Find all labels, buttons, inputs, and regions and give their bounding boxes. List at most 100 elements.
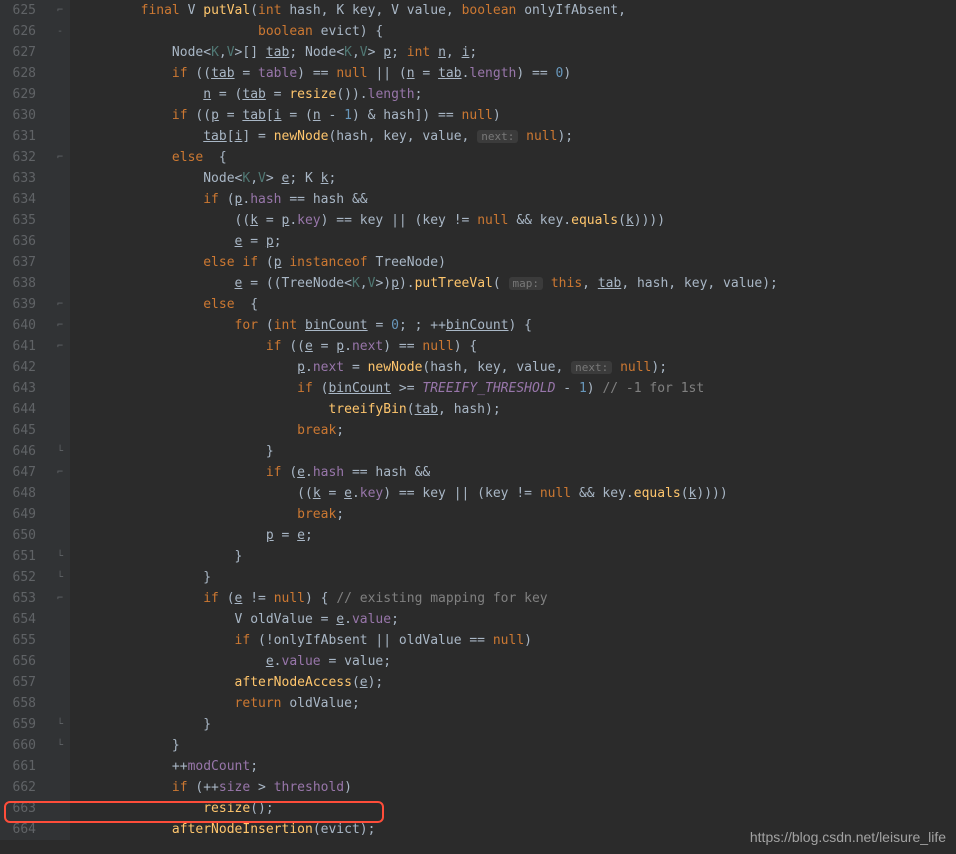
code-line[interactable]: treeifyBin(tab, hash); [78,399,778,420]
line-number: 634 [0,189,36,210]
fold-marker[interactable]: └ [50,441,70,462]
code-line[interactable]: Node<K,V>[] tab; Node<K,V> p; int n, i; [78,42,778,63]
code-line[interactable]: } [78,546,778,567]
fold-marker[interactable] [50,693,70,714]
code-line[interactable]: if (e.hash == hash && [78,462,778,483]
line-number: 638 [0,273,36,294]
fold-marker[interactable] [50,252,70,273]
code-line[interactable]: p.next = newNode(hash, key, value, next:… [78,357,778,378]
fold-marker[interactable]: └ [50,714,70,735]
fold-marker[interactable] [50,105,70,126]
fold-marker[interactable] [50,273,70,294]
line-number: 655 [0,630,36,651]
fold-marker[interactable] [50,819,70,840]
code-line[interactable]: if (e != null) { // existing mapping for… [78,588,778,609]
fold-marker[interactable] [50,189,70,210]
fold-marker[interactable] [50,84,70,105]
code-line[interactable]: V oldValue = e.value; [78,609,778,630]
code-line[interactable]: afterNodeInsertion(evict); [78,819,778,840]
line-number: 626 [0,21,36,42]
fold-marker[interactable]: ⌐ [50,294,70,315]
fold-marker[interactable]: ⌐ [50,315,70,336]
code-line[interactable]: else { [78,294,778,315]
fold-marker[interactable] [50,231,70,252]
line-number: 658 [0,693,36,714]
line-number: 637 [0,252,36,273]
line-number: 645 [0,420,36,441]
fold-column[interactable]: ⌐- ⌐ ⌐⌐⌐ └⌐ └└⌐ └└ [50,0,70,840]
code-line[interactable]: resize(); [78,798,778,819]
fold-marker[interactable] [50,777,70,798]
fold-marker[interactable]: └ [50,567,70,588]
fold-marker[interactable] [50,42,70,63]
code-line[interactable]: if (!onlyIfAbsent || oldValue == null) [78,630,778,651]
fold-marker[interactable] [50,756,70,777]
code-line[interactable]: tab[i] = newNode(hash, key, value, next:… [78,126,778,147]
fold-marker[interactable]: └ [50,546,70,567]
code-line[interactable]: } [78,567,778,588]
fold-marker[interactable] [50,672,70,693]
fold-marker[interactable] [50,420,70,441]
fold-marker[interactable]: ⌐ [50,588,70,609]
code-line[interactable]: if (++size > threshold) [78,777,778,798]
fold-marker[interactable] [50,504,70,525]
code-line[interactable]: break; [78,420,778,441]
code-line[interactable]: Node<K,V> e; K k; [78,168,778,189]
fold-marker[interactable]: ⌐ [50,462,70,483]
code-line[interactable]: if (p.hash == hash && [78,189,778,210]
fold-marker[interactable]: - [50,21,70,42]
code-line[interactable]: return oldValue; [78,693,778,714]
fold-marker[interactable] [50,357,70,378]
line-number: 652 [0,567,36,588]
line-number: 639 [0,294,36,315]
code-line[interactable]: boolean evict) { [78,21,778,42]
line-number: 646 [0,441,36,462]
fold-marker[interactable]: └ [50,735,70,756]
code-line[interactable]: n = (tab = resize()).length; [78,84,778,105]
code-line[interactable]: if (binCount >= TREEIFY_THRESHOLD - 1) /… [78,378,778,399]
line-number: 636 [0,231,36,252]
fold-marker[interactable] [50,609,70,630]
code-area[interactable]: final V putVal(int hash, K key, V value,… [70,0,778,840]
code-line[interactable]: } [78,441,778,462]
code-line[interactable]: } [78,735,778,756]
line-number: 647 [0,462,36,483]
code-line[interactable]: ((k = p.key) == key || (key != null && k… [78,210,778,231]
code-line[interactable]: if ((tab = table) == null || (n = tab.le… [78,63,778,84]
fold-marker[interactable]: ⌐ [50,147,70,168]
code-line[interactable]: final V putVal(int hash, K key, V value,… [78,0,778,21]
fold-marker[interactable] [50,483,70,504]
code-line[interactable]: for (int binCount = 0; ; ++binCount) { [78,315,778,336]
line-number: 651 [0,546,36,567]
code-line[interactable]: afterNodeAccess(e); [78,672,778,693]
fold-marker[interactable] [50,378,70,399]
code-line[interactable]: e.value = value; [78,651,778,672]
fold-marker[interactable]: ⌐ [50,0,70,21]
code-line[interactable]: ++modCount; [78,756,778,777]
watermark-text: https://blog.csdn.net/leisure_life [750,827,946,848]
line-number: 663 [0,798,36,819]
fold-marker[interactable] [50,798,70,819]
fold-marker[interactable] [50,63,70,84]
fold-marker[interactable] [50,210,70,231]
code-line[interactable]: p = e; [78,525,778,546]
code-line[interactable]: else { [78,147,778,168]
line-number: 627 [0,42,36,63]
fold-marker[interactable] [50,399,70,420]
fold-marker[interactable] [50,126,70,147]
code-line[interactable]: if ((e = p.next) == null) { [78,336,778,357]
code-line[interactable]: e = ((TreeNode<K,V>)p).putTreeVal( map: … [78,273,778,294]
fold-marker[interactable] [50,168,70,189]
fold-marker[interactable]: ⌐ [50,336,70,357]
fold-marker[interactable] [50,630,70,651]
fold-marker[interactable] [50,525,70,546]
fold-marker[interactable] [50,651,70,672]
code-line[interactable]: if ((p = tab[i = (n - 1) & hash]) == nul… [78,105,778,126]
line-number: 625 [0,0,36,21]
code-line[interactable]: else if (p instanceof TreeNode) [78,252,778,273]
code-line[interactable]: ((k = e.key) == key || (key != null && k… [78,483,778,504]
code-line[interactable]: } [78,714,778,735]
code-line[interactable]: e = p; [78,231,778,252]
code-line[interactable]: break; [78,504,778,525]
line-number: 654 [0,609,36,630]
